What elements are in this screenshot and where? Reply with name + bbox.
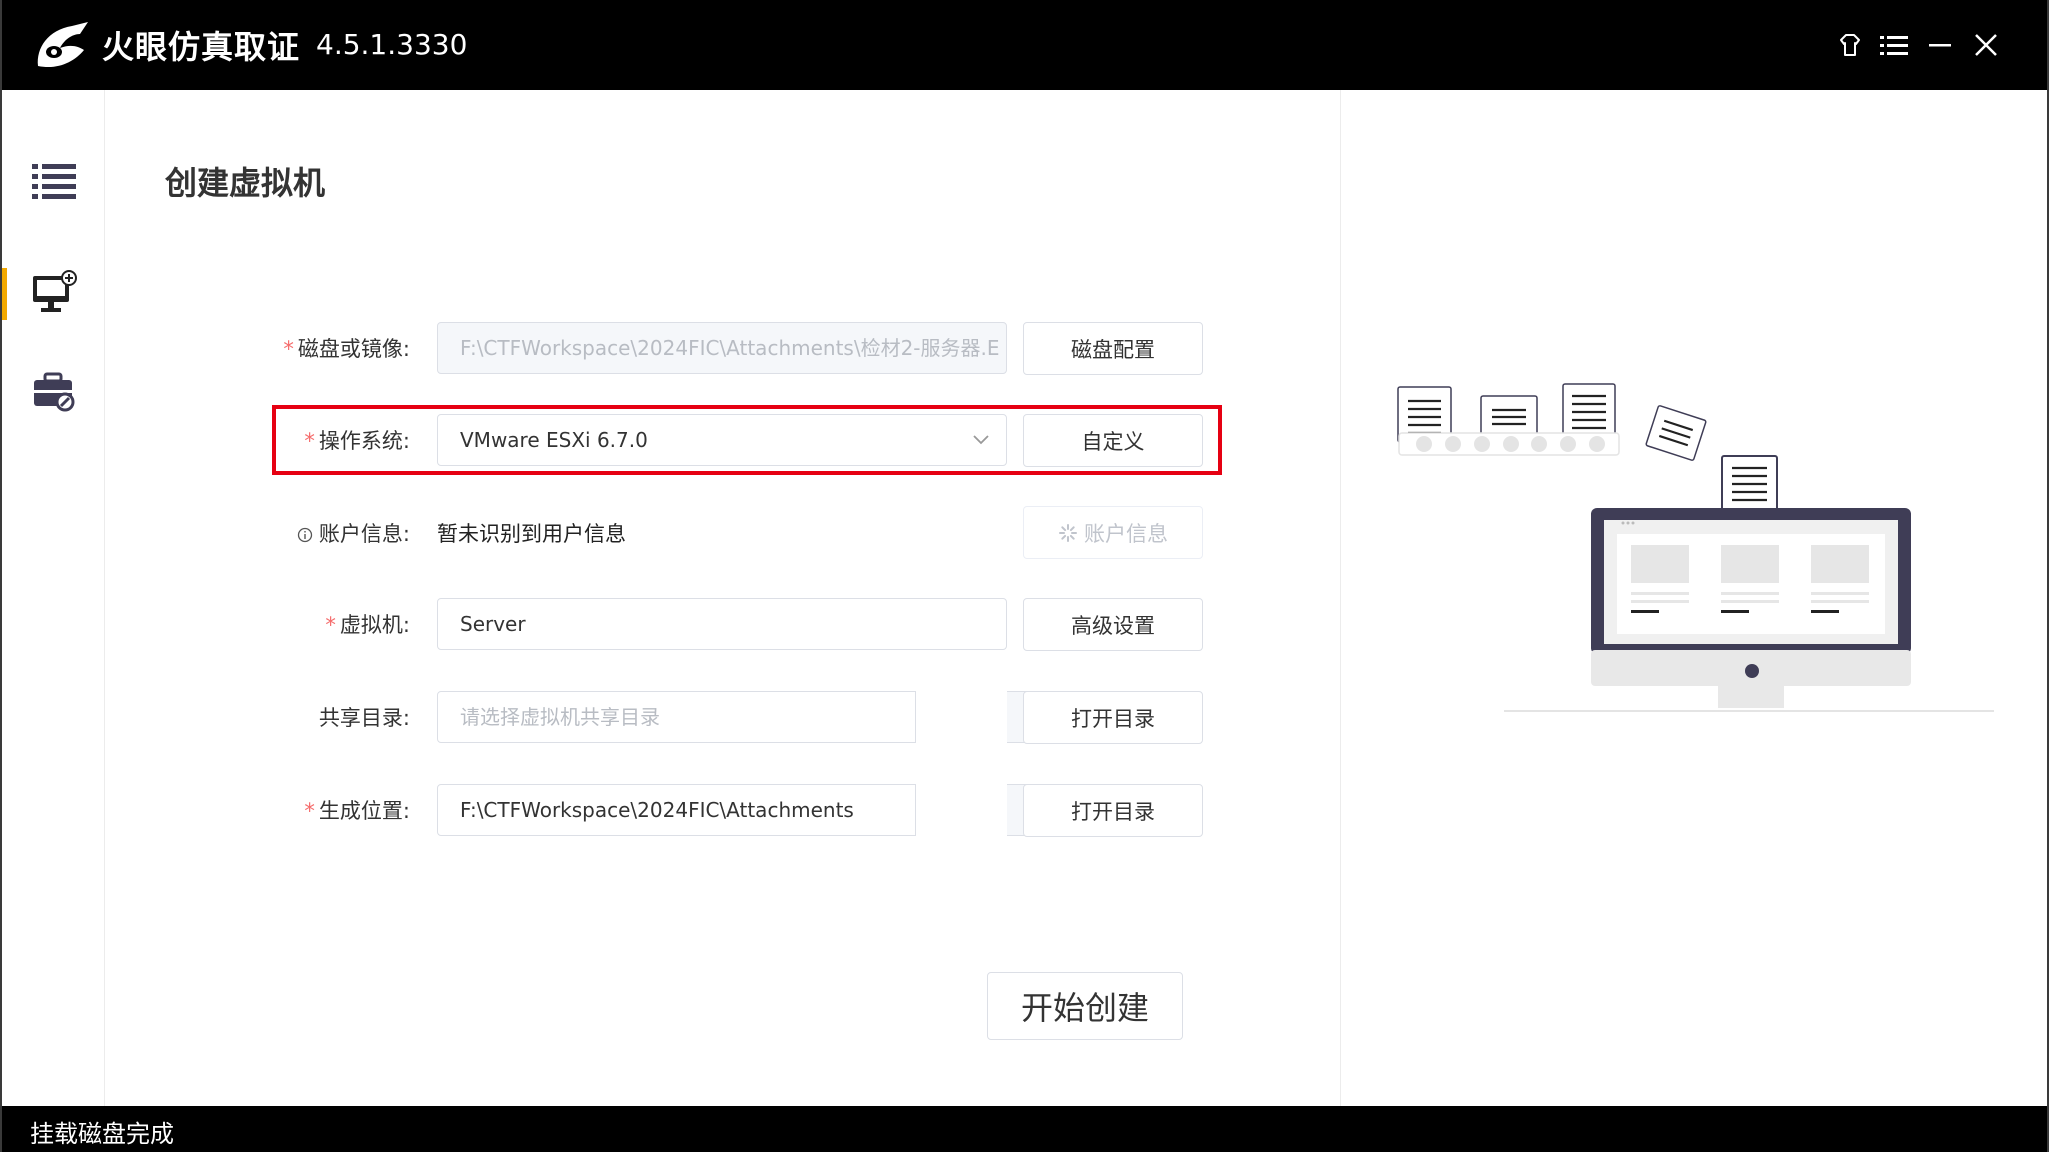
app-logo-icon — [37, 22, 88, 68]
sidebar-item-tools[interactable] — [26, 362, 82, 418]
account-info-value: 暂未识别到用户信息 — [437, 522, 626, 546]
disk-config-button[interactable]: 磁盘配置 — [1023, 322, 1203, 375]
app-version: 4.5.1.3330 — [316, 28, 468, 61]
open-output-dir-button[interactable]: 打开目录 — [1023, 784, 1203, 837]
list-icon — [32, 164, 76, 199]
title-bar[interactable]: 火眼仿真取证 4.5.1.3330 — [2, 0, 2047, 90]
illustration — [1341, 90, 2047, 1106]
minimize-icon[interactable] — [1923, 28, 1957, 62]
advanced-settings-button[interactable]: 高级设置 — [1023, 598, 1203, 651]
info-icon — [297, 527, 313, 543]
highlight-box — [272, 405, 1222, 475]
skin-icon[interactable] — [1833, 28, 1867, 62]
share-dir-label: 共享目录: — [318, 706, 410, 730]
sidebar-item-list[interactable] — [26, 154, 82, 210]
open-share-dir-button[interactable]: 打开目录 — [1023, 691, 1203, 744]
computer-illustration — [1397, 383, 1994, 712]
main-panel: 创建虚拟机 * 磁盘或镜像: F:\CTFWorkspace\2024FIC\At… — [105, 90, 1341, 1106]
menu-icon[interactable] — [1877, 28, 1911, 62]
account-label: 账户信息: — [105, 518, 410, 548]
monitor-add-icon — [33, 270, 77, 312]
disk-path-input[interactable]: F:\CTFWorkspace\2024FIC\Attachments\检材2-… — [437, 322, 1007, 374]
share-dir-input[interactable]: 请选择虚拟机共享目录 — [437, 691, 916, 743]
required-mark: * — [304, 799, 315, 823]
sidebar-active-indicator — [2, 268, 7, 320]
status-text: 挂载磁盘完成 — [30, 1120, 174, 1148]
output-path-input[interactable]: F:\CTFWorkspace\2024FIC\Attachments — [437, 784, 916, 836]
app-window: 火眼仿真取证 4.5.1.3330 创建虚拟机 * 磁盘或镜像: F:\CTFW… — [2, 0, 2047, 1152]
toolbox-icon — [34, 372, 75, 412]
vm-name-label: * 虚拟机: — [325, 613, 410, 637]
sidebar — [2, 90, 105, 1106]
start-create-button[interactable]: 开始创建 — [987, 972, 1183, 1040]
output-label: * 生成位置: — [304, 799, 410, 823]
loading-icon — [1059, 523, 1077, 542]
required-mark: * — [283, 337, 294, 361]
vm-name-input[interactable]: Server — [437, 598, 1007, 650]
account-info-button[interactable]: 账户信息 — [1023, 506, 1203, 559]
disk-label: * 磁盘或镜像: — [283, 337, 410, 361]
app-name: 火眼仿真取证 — [102, 28, 301, 66]
close-icon[interactable] — [1969, 28, 2003, 62]
page-title: 创建虚拟机 — [165, 164, 326, 202]
required-mark: * — [325, 613, 336, 637]
status-bar: 挂载磁盘完成 — [2, 1106, 2047, 1152]
sidebar-item-create-vm[interactable] — [26, 264, 82, 320]
